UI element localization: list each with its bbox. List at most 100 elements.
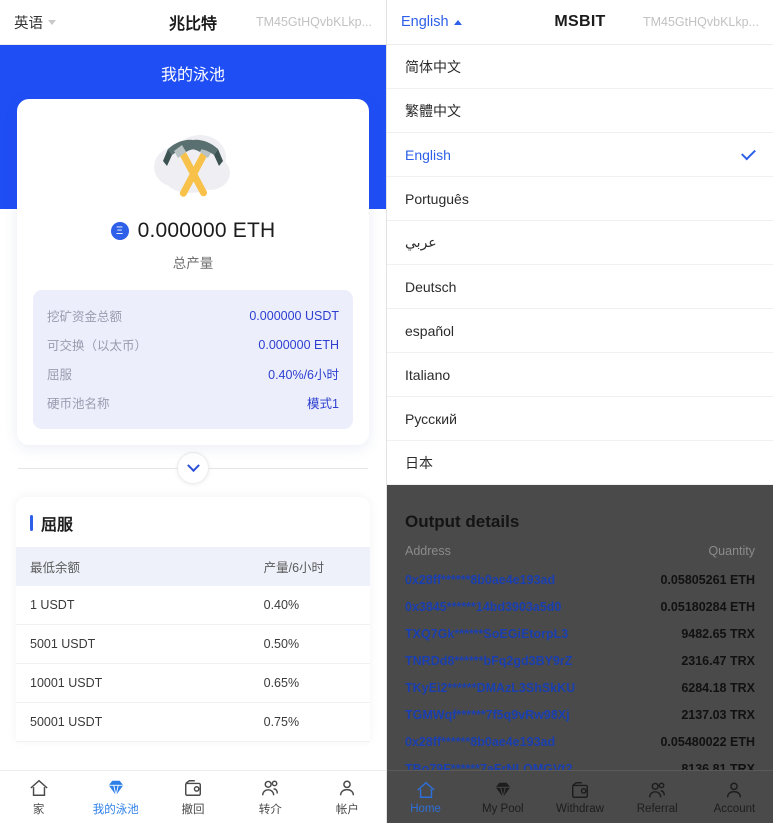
chevron-down-icon — [48, 20, 56, 25]
language-option[interactable]: Português — [387, 177, 773, 221]
nav-label: Referral — [637, 803, 678, 815]
nav-label: 帐户 — [336, 801, 359, 817]
stat-value: 模式1 — [307, 393, 339, 412]
language-option[interactable]: Deutsch — [387, 265, 773, 309]
cell-address: 0x3845******14bd3903a5d0 — [405, 593, 630, 620]
stat-row: 屈服 0.40%/6小时 — [47, 359, 339, 388]
nav-item-withdraw[interactable]: Withdraw — [541, 780, 618, 815]
right-bottom-nav: Home My Pool Withdraw Referral Account — [387, 770, 773, 823]
stat-key: 挖矿资金总额 — [47, 306, 122, 325]
cell-address: 0x28ff******8b0ae4e193ad — [405, 566, 630, 593]
language-selector[interactable]: 英语 — [14, 12, 56, 33]
language-selector-label: English — [401, 14, 449, 30]
nav-item-account[interactable]: Account — [696, 780, 773, 815]
language-option-selected[interactable]: English — [387, 133, 773, 177]
nav-label: Withdraw — [556, 803, 604, 815]
right-panel-english: English MSBIT TM45GtHQvbKLkp... 简体中文 繁體中… — [386, 0, 773, 823]
chevron-down-icon — [187, 459, 200, 472]
pool-stats-box: 挖矿资金总额 0.000000 USDT 可交换（以太币） 0.000000 E… — [33, 290, 353, 429]
language-option-label: Русский — [405, 411, 457, 427]
referral-icon — [259, 778, 281, 798]
language-option-label: 简体中文 — [405, 57, 461, 77]
table-header-row: Address Quantity — [405, 544, 755, 566]
language-option[interactable]: Русский — [387, 397, 773, 441]
nav-label: Account — [714, 803, 756, 815]
column-header-quantity: Quantity — [630, 544, 755, 566]
cell-quantity: 0.05180284 ETH — [630, 593, 755, 620]
stat-row: 可交换（以太币） 0.000000 ETH — [47, 330, 339, 359]
nav-item-home[interactable]: Home — [387, 780, 464, 815]
table-row: 50001 USDT 0.75% — [16, 703, 370, 742]
yield-section-title: 屈服 — [16, 497, 370, 547]
table-row: TXQ7Gk******SoEGiEtorpL3 9482.65 TRX — [405, 620, 755, 647]
withdraw-icon — [182, 778, 204, 798]
nav-item-referral[interactable]: Referral — [619, 780, 696, 815]
language-option-label: Deutsch — [405, 279, 456, 295]
check-icon — [741, 145, 756, 160]
diamond-icon — [105, 778, 127, 798]
nav-item-withdraw[interactable]: 撤回 — [154, 778, 231, 817]
total-output-label: 总产量 — [17, 252, 369, 272]
wallet-address[interactable]: TM45GtHQvbKLkp... — [643, 15, 759, 29]
language-option-label: español — [405, 323, 454, 339]
cell-address: TKyEi2******DMAzL3ShSkKU — [405, 674, 630, 701]
language-option-label: Italiano — [405, 367, 450, 383]
language-option[interactable]: 日本 — [387, 441, 773, 485]
cell-min-balance: 10001 USDT — [16, 664, 250, 703]
eth-coin-icon: Ξ — [111, 222, 129, 240]
yield-title-text: 屈服 — [41, 511, 73, 535]
nav-item-home[interactable]: 家 — [0, 778, 77, 817]
collapse-divider — [0, 439, 386, 497]
table-row: TNRDd8******bFq2gd3BY9rZ 2316.47 TRX — [405, 647, 755, 674]
table-row: 5001 USDT 0.50% — [16, 625, 370, 664]
language-option[interactable]: Italiano — [387, 353, 773, 397]
nav-label: 撤回 — [182, 801, 205, 817]
language-option-label: عربي — [405, 234, 437, 251]
total-output-amount: 0.000000 ETH — [138, 219, 276, 243]
title-accent-bar — [30, 515, 33, 531]
left-panel-chinese: 英语 兆比特 TM45GtHQvbKLkp... 我的泳池 — [0, 0, 386, 823]
nav-item-my-pool[interactable]: My Pool — [464, 780, 541, 815]
nav-label: Home — [410, 803, 441, 815]
language-option-label: Português — [405, 191, 469, 207]
nav-label: My Pool — [482, 803, 524, 815]
stat-key: 硬币池名称 — [47, 393, 110, 412]
language-option[interactable]: español — [387, 309, 773, 353]
nav-item-referral[interactable]: 转介 — [232, 778, 309, 817]
nav-item-account[interactable]: 帐户 — [309, 778, 386, 817]
nav-label: 我的泳池 — [93, 801, 139, 817]
stat-value: 0.000000 ETH — [258, 338, 339, 352]
nav-item-my-pool[interactable]: 我的泳池 — [77, 778, 154, 817]
home-icon — [415, 780, 437, 800]
table-row: 10001 USDT 0.65% — [16, 664, 370, 703]
output-details-section: Output details Address Quantity 0x28ff**… — [387, 478, 773, 782]
column-header-address: Address — [405, 544, 630, 566]
stat-key: 屈服 — [47, 364, 72, 383]
pool-summary-card: Ξ 0.000000 ETH 总产量 挖矿资金总额 0.000000 USDT … — [17, 99, 369, 445]
table-row: TKyEi2******DMAzL3ShSkKU 6284.18 TRX — [405, 674, 755, 701]
language-option-label: English — [405, 147, 451, 163]
right-topbar: English MSBIT TM45GtHQvbKLkp... — [387, 0, 773, 45]
language-selector[interactable]: English — [401, 14, 462, 30]
wallet-address[interactable]: TM45GtHQvbKLkp... — [256, 15, 372, 29]
home-icon — [28, 778, 50, 798]
expand-collapse-button[interactable] — [177, 452, 209, 484]
table-row: 0x28ff******8b0ae4e193ad 0.05480022 ETH — [405, 728, 755, 755]
language-option-label: 日本 — [405, 453, 433, 473]
language-option[interactable]: 繁體中文 — [387, 89, 773, 133]
left-bottom-nav: 家 我的泳池 撤回 转介 帐户 — [0, 770, 386, 823]
cell-quantity: 6284.18 TRX — [630, 674, 755, 701]
stat-key: 可交换（以太币） — [47, 335, 147, 354]
stat-row: 硬币池名称 模式1 — [47, 388, 339, 417]
cell-address: TGMWqf******7f5q9vRw98Xj — [405, 701, 630, 728]
output-details-table: Address Quantity 0x28ff******8b0ae4e193a… — [405, 544, 755, 782]
stat-row: 挖矿资金总额 0.000000 USDT — [47, 301, 339, 330]
language-option[interactable]: 简体中文 — [387, 45, 773, 89]
cell-address: TXQ7Gk******SoEGiEtorpL3 — [405, 620, 630, 647]
cell-min-balance: 50001 USDT — [16, 703, 250, 742]
nav-label: 家 — [33, 801, 45, 817]
yield-table: 最低余额 产量/6小时 1 USDT 0.40% 5001 USDT 0.50%… — [16, 547, 370, 742]
mining-pickaxe-icon — [138, 121, 248, 213]
left-topbar: 英语 兆比特 TM45GtHQvbKLkp... — [0, 0, 386, 45]
language-option[interactable]: عربي — [387, 221, 773, 265]
